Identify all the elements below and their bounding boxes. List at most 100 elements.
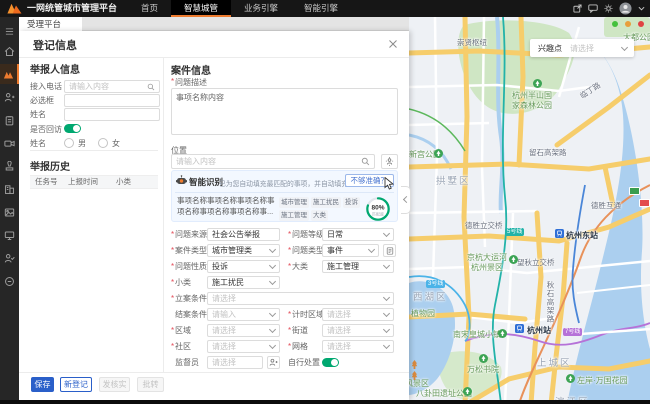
poi-label: 兴趣点 [538,43,562,54]
timing-area-select[interactable]: 请选择 [322,308,394,321]
street-select[interactable]: 请选择 [322,324,394,337]
tabbar: 受理平台 [19,17,409,31]
self-dispose-toggle[interactable] [322,358,339,367]
divider [30,150,158,151]
pagoda-icon [410,371,419,380]
field-label-nature: *问题性质 [171,260,207,273]
map-label-banshan-forest-park: 杭州半山国家森林公园 [510,91,554,110]
tag: 城市管理 [279,197,309,208]
field-label-supervisor: 监督员 [175,356,199,369]
sidebar-item-clipboard[interactable] [0,110,19,130]
ai-title: 智能识别 [189,176,223,188]
sidebar-item-home[interactable] [0,41,19,61]
assign-person-button[interactable] [267,356,280,369]
panel-title: 登记信息 [33,37,77,53]
tab-accept-platform[interactable]: 受理平台 [19,17,82,31]
map-label-chongxian-junction: 崇贤枢纽 [457,37,487,48]
message-icon[interactable] [588,4,598,13]
match-label: 匹配度 [372,211,384,217]
avatar[interactable] [619,2,632,15]
desc-textarea[interactable]: 事项名称内容 [171,88,398,135]
nav-business-engine[interactable]: 业务引擎 [231,0,291,17]
radio-male-label: 男 [78,138,86,149]
location-input[interactable]: 请输入内容 [171,154,375,169]
required-box-input[interactable] [64,94,160,107]
filing-condition-select[interactable]: 请选择 [207,292,394,305]
major-category-select[interactable]: 施工管理 [322,260,394,273]
sidebar-item-user-add[interactable] [0,87,19,107]
supervisor-input[interactable]: 请选择 [207,356,263,369]
sidebar-item-user-check[interactable] [0,248,19,268]
problem-level-select[interactable]: 日常 [322,228,394,241]
search-icon[interactable] [361,157,370,166]
desc-label: 问题描述 [175,77,207,88]
callback-label: 是否回访 [30,123,62,136]
community-select[interactable]: 请选择 [207,340,280,353]
col-task-no: 任务号 [35,176,58,188]
case-type-select[interactable]: 城市管理类 [207,244,280,257]
external-link-icon[interactable] [573,4,582,13]
phone-input[interactable]: 请输入内容 [64,80,160,93]
app-window: 一网统管城市管理平台 首页 智慧城管 业务引擎 智能引擎 受理平台 [0,0,650,404]
field-label-level: *问题等级 [288,228,324,241]
map-label-zuoan-garden: 左岸·万国花园 [577,375,628,386]
sidebar-item-camera[interactable] [0,133,19,153]
menu-icon[interactable] [0,21,19,41]
map-label-grand-canal-scenic: 京杭大运河杭州景区 [467,253,507,272]
topbar-actions [573,0,645,17]
sidebar-item-gallery[interactable] [0,202,19,222]
reporter-section: 举报人信息 接入电话 请输入内容 必选框 姓名 是否回访 姓名 男 女 举报历史 [30,57,160,372]
col-report-time: 上报时间 [68,176,98,188]
field-label-case-type: *案件类型 [171,244,207,257]
callback-toggle[interactable] [64,124,81,133]
close-icon[interactable] [388,39,398,49]
catalog-icon [386,247,394,255]
grid-select[interactable]: 请选择 [322,340,394,353]
ai-matched-item-text: 事项名称事项名称事项名称事项名称事项名称事项名称事... [177,196,277,218]
sidebar [0,17,19,404]
phone-label: 接入电话 [30,80,62,93]
field-label-street: *街道 [288,324,308,337]
radio-female[interactable] [98,138,108,148]
park-icon [498,329,507,338]
locate-button[interactable] [381,154,398,169]
search-icon[interactable] [147,83,155,91]
save-button[interactable]: 保存 [31,377,54,392]
map-label-shangcheng-district: 上城区 [537,355,572,369]
sidebar-item-monitor[interactable] [0,225,19,245]
sidebar-item-city-management[interactable] [0,64,19,84]
sidebar-item-circle-minus[interactable] [0,271,19,291]
closing-condition-select[interactable]: 请输入 [207,308,280,321]
poi-select[interactable]: 兴趣点 请选择 [530,39,634,57]
gear-icon[interactable] [604,4,613,13]
new-registration-button[interactable]: 新登记 [60,377,92,392]
field-label-region: *区域 [171,324,191,337]
region-select[interactable]: 请选择 [207,324,280,337]
nav-smart-city[interactable]: 智慧城管 [171,0,231,17]
nav-ai-engine[interactable]: 智能引擎 [291,0,351,17]
minor-category-select[interactable]: 施工扰民 [207,276,280,289]
radio-male[interactable] [64,138,74,148]
sidebar-item-stamp[interactable] [0,156,19,176]
chevron-down-icon[interactable] [638,6,645,11]
metro-station-icon [555,229,564,238]
metro-line-chip: 3号线 [426,280,445,288]
send-verify-button[interactable]: 发核实 [99,377,130,392]
history-heading: 举报历史 [30,158,70,173]
name-input[interactable] [64,108,160,121]
problem-nature-select[interactable]: 投诉 [207,260,280,273]
map[interactable]: 大都公园 崇贤枢纽 临丁路 杭州半山国家森林公园 新宫公园 留石高架路 拱墅区 … [409,17,650,404]
ai-tags: 城市管理 施工扰民 投诉 施工管理 大类 [279,197,363,223]
poi-placeholder: 请选择 [570,43,594,54]
name-label: 姓名 [30,108,46,121]
divider [175,192,394,193]
locate-person-icon [385,157,394,166]
catalog-button[interactable] [383,244,396,257]
nav-home[interactable]: 首页 [128,0,171,17]
problem-source-input[interactable]: 社会公告举报 [207,228,280,241]
transfer-button[interactable]: 批转 [137,377,164,392]
panel-collapse-handle[interactable] [401,186,411,214]
sidebar-item-building[interactable] [0,179,19,199]
problem-type-select[interactable]: 事件 [322,244,379,257]
case-heading: 案件信息 [171,62,211,77]
